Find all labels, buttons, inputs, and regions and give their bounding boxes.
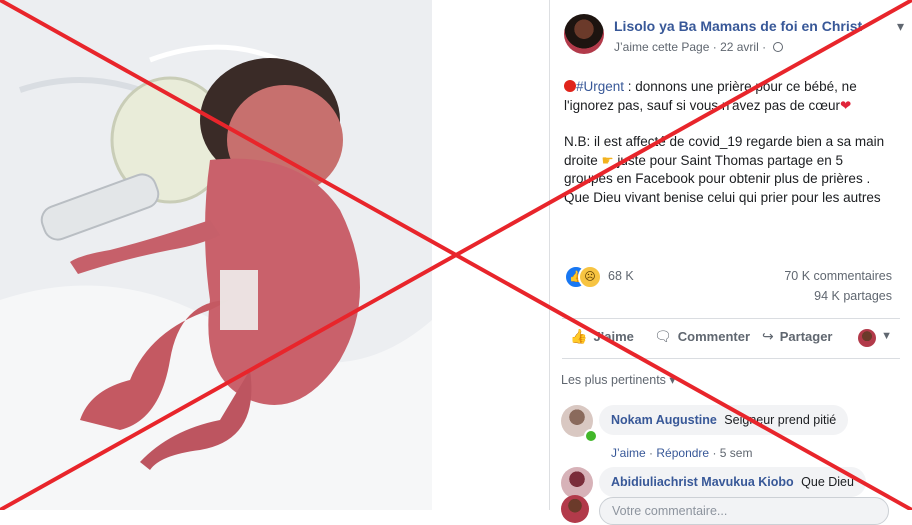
separator-top [562, 318, 900, 319]
comment-composer: Votre commentaire... [561, 495, 906, 525]
like-button-label: J’aime [593, 329, 634, 344]
globe-icon [773, 42, 784, 52]
comment-author[interactable]: Abidiuliachrist Mavukua Kiobo [611, 475, 794, 489]
post-header: Lisolo ya Ba Mamans de foi en Christ ▾ J… [550, 0, 912, 64]
page-name-link[interactable]: Lisolo ya Ba Mamans de foi en Christ [614, 18, 862, 34]
comment-reply-link[interactable]: Répondre [656, 446, 709, 460]
composer-avatar [561, 495, 589, 523]
comment-action-icon: 🗨 [654, 328, 672, 344]
comments-filter-dropdown[interactable]: Les plus pertinents ▾ [561, 372, 676, 387]
comment-text: Que Dieu [801, 475, 854, 489]
comment-age[interactable]: 5 sem [720, 446, 753, 460]
meta-dot-2: · [762, 40, 770, 54]
sad-reaction-icon: ☹ [578, 265, 602, 289]
chevron-down-icon[interactable]: ▾ [897, 18, 904, 35]
heart-emoji: ❤ [840, 97, 852, 113]
comments-count[interactable]: 70 K commentaires [784, 269, 892, 283]
reaction-count[interactable]: 68 K [608, 269, 634, 283]
share-button[interactable]: ↪ Partager [762, 328, 832, 345]
post-date[interactable]: 22 avril [720, 40, 759, 54]
photo-illustration [0, 0, 432, 510]
post-panel: Lisolo ya Ba Mamans de foi en Christ ▾ J… [550, 0, 912, 525]
page-avatar[interactable] [564, 14, 604, 54]
comment-button-label: Commenter [677, 329, 751, 344]
share-button-label: Partager [779, 329, 833, 344]
like-button[interactable]: 👍 J’aime [570, 328, 634, 345]
post-body: #Urgent : donnons une prière pour ce béb… [564, 78, 894, 225]
comment-button[interactable]: 🗨 Commenter [654, 328, 750, 345]
comment-text: Seigneur prend pitié [724, 413, 837, 427]
post-actions: 👍 J’aime 🗨 Commenter ↪ Partager ▼ [550, 320, 912, 356]
filter-chevron-icon: ▾ [669, 373, 676, 387]
pointing-hand-emoji: ☛ [601, 152, 614, 168]
post-paragraph-2: N.B: il est affecté de covid_19 regarde … [564, 133, 894, 207]
online-status-icon [584, 429, 598, 443]
caret-down-icon[interactable]: ▼ [881, 330, 892, 342]
share-action-icon: ↪ [762, 328, 774, 344]
shares-count[interactable]: 94 K partages [814, 289, 892, 303]
comment-bubble: Nokam Augustine Seigneur prend pitié [599, 405, 849, 435]
comment-bubble: Abidiuliachrist Mavukua Kiobo Que Dieu [599, 467, 866, 497]
separator-bottom [562, 358, 900, 359]
red-circle-emoji [564, 80, 576, 92]
comments-filter-label: Les plus pertinents [561, 373, 666, 387]
viewer-avatar[interactable] [858, 329, 876, 347]
comment-dot-2: · [712, 446, 720, 460]
like-page-link[interactable]: J’aime cette Page [614, 40, 709, 54]
urgent-hashtag[interactable]: #Urgent [576, 79, 624, 94]
comment-input[interactable]: Votre commentaire... [599, 497, 889, 525]
post-meta: J’aime cette Page · 22 avril · [614, 40, 784, 54]
comment-actions: J’aime · Répondre · 5 sem [611, 446, 752, 460]
comment-author[interactable]: Nokam Augustine [611, 413, 717, 427]
like-action-icon: 👍 [570, 328, 588, 344]
post-paragraph-1: #Urgent : donnons une prière pour ce béb… [564, 78, 894, 115]
meta-dot: · [712, 40, 721, 54]
comment-like-link[interactable]: J’aime [611, 446, 646, 460]
post-photo[interactable] [0, 0, 432, 510]
divider [432, 0, 550, 510]
